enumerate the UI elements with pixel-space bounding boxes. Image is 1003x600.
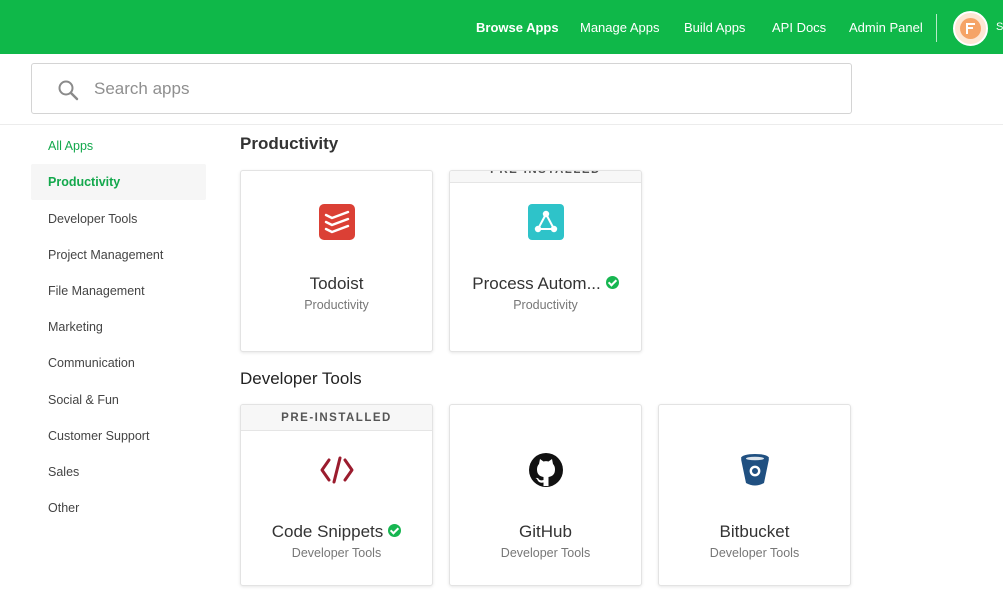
process-automation-icon bbox=[528, 204, 564, 240]
app-category: Developer Tools bbox=[291, 546, 382, 560]
app-name: Todoist bbox=[309, 273, 364, 293]
sidebar-item-marketing[interactable]: Marketing bbox=[31, 309, 206, 345]
app-name: Bitbucket bbox=[719, 521, 790, 541]
search-icon bbox=[58, 80, 79, 101]
app-card-process-automation[interactable]: PRE-INSTALLED Process Autom... Productiv… bbox=[449, 170, 642, 352]
nav-api-docs[interactable]: API Docs bbox=[772, 20, 826, 35]
app-name: Code Snippets bbox=[241, 521, 432, 542]
app-category: Developer Tools bbox=[709, 546, 800, 560]
header-divider bbox=[0, 124, 1003, 125]
app-name: GitHub bbox=[519, 521, 572, 541]
sidebar-item-productivity[interactable]: Productivity bbox=[31, 164, 206, 200]
app-name: Process Autom... bbox=[450, 273, 641, 294]
sidebar-item-communication[interactable]: Communication bbox=[31, 345, 206, 381]
code-snippets-icon bbox=[320, 456, 354, 484]
todoist-icon bbox=[319, 204, 355, 240]
github-icon bbox=[529, 453, 563, 487]
nav-manage-apps[interactable]: Manage Apps bbox=[580, 20, 660, 35]
app-category: Productivity bbox=[304, 298, 369, 312]
app-category: Productivity bbox=[513, 298, 578, 312]
section-title-productivity: Productivity bbox=[240, 134, 339, 153]
sidebar-item-other[interactable]: Other bbox=[31, 490, 206, 526]
search-box bbox=[31, 63, 852, 114]
sidebar-item-developer-tools[interactable]: Developer Tools bbox=[31, 201, 206, 237]
sidebar-item-file-management[interactable]: File Management bbox=[31, 273, 206, 309]
sidebar-item-all-apps[interactable]: All Apps bbox=[31, 128, 206, 164]
app-card-bitbucket[interactable]: Bitbucket Developer Tools bbox=[658, 404, 851, 586]
sidebar-item-sales[interactable]: Sales bbox=[31, 454, 206, 490]
nav-browse-apps[interactable]: Browse Apps bbox=[476, 20, 559, 35]
nav-divider bbox=[936, 14, 937, 42]
sidebar-item-social-fun[interactable]: Social & Fun bbox=[31, 382, 206, 418]
section-title-developer-tools: Developer Tools bbox=[240, 369, 362, 388]
verified-check-icon bbox=[388, 524, 402, 538]
avatar-logo-icon bbox=[960, 18, 981, 39]
app-card-github[interactable]: GitHub Developer Tools bbox=[449, 404, 642, 586]
sidebar-item-customer-support[interactable]: Customer Support bbox=[31, 418, 206, 454]
app-card-todoist[interactable]: Todoist Productivity bbox=[240, 170, 433, 352]
bitbucket-icon bbox=[741, 454, 769, 486]
user-name[interactable]: S bbox=[996, 21, 1003, 33]
verified-check-icon bbox=[605, 276, 619, 290]
app-card-code-snippets[interactable]: PRE-INSTALLED Code Snippets Developer To… bbox=[240, 404, 433, 586]
nav-admin-panel[interactable]: Admin Panel bbox=[849, 20, 923, 35]
user-avatar[interactable] bbox=[953, 11, 988, 46]
sidebar-item-project-management[interactable]: Project Management bbox=[31, 237, 206, 273]
search-input[interactable] bbox=[94, 64, 834, 113]
top-navigation-bar: Browse Apps Manage Apps Build Apps API D… bbox=[0, 0, 1003, 54]
app-category: Developer Tools bbox=[500, 546, 591, 560]
pre-installed-banner: PRE-INSTALLED bbox=[450, 171, 641, 183]
pre-installed-banner: PRE-INSTALLED bbox=[241, 405, 432, 431]
nav-build-apps[interactable]: Build Apps bbox=[684, 20, 745, 35]
